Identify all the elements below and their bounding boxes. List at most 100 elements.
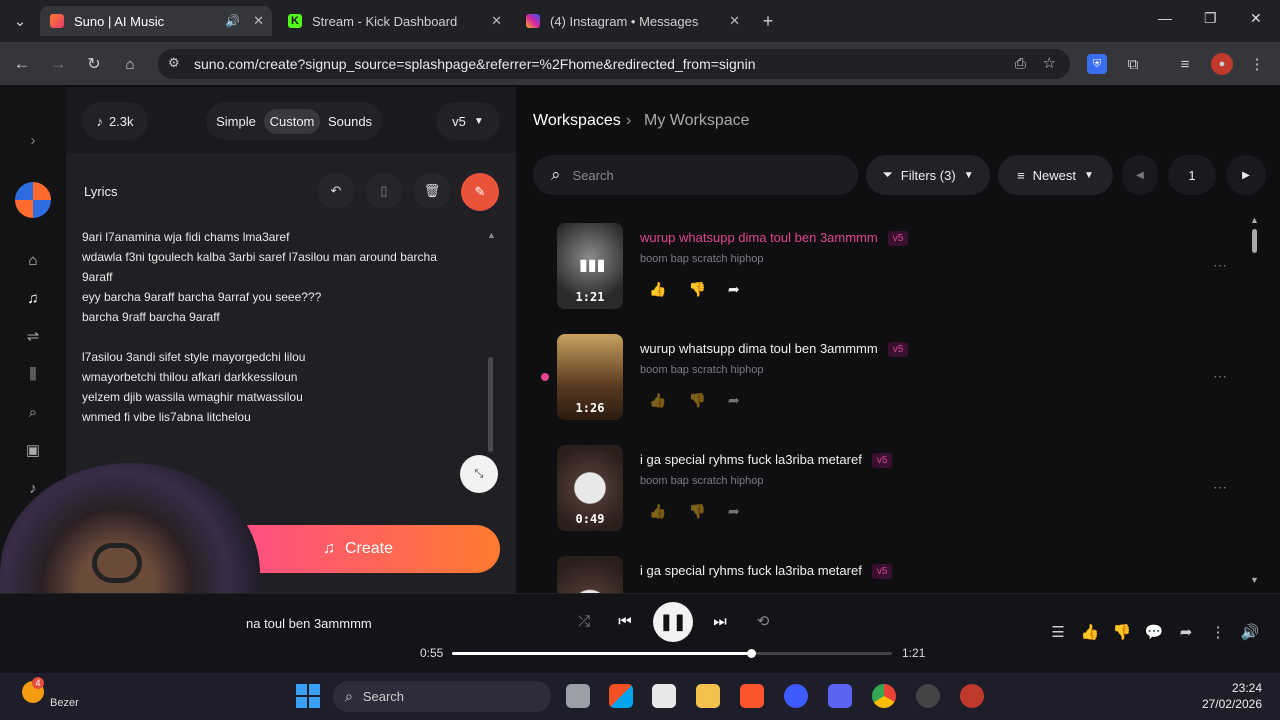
song-row[interactable]: 0:49 i ga special ryhms fuck la3riba met… (557, 445, 1257, 535)
more-options-icon[interactable]: ⋯ (1213, 479, 1227, 496)
song-title[interactable]: wurup whatsupp dima toul ben 3ammmm v5 (640, 230, 909, 247)
extension-shield-icon[interactable]: ⛨ (1087, 54, 1107, 74)
pause-button[interactable]: ❚❚ (653, 602, 693, 642)
install-app-icon[interactable]: ⎙ (1015, 55, 1026, 72)
dislike-icon[interactable]: 👎 (688, 392, 705, 409)
file-explorer-icon[interactable] (696, 684, 720, 708)
song-title[interactable]: i ga special ryhms fuck la3riba metaref v… (640, 452, 893, 469)
undo-button[interactable]: ↶ (318, 173, 354, 209)
bookmark-star-icon[interactable]: ☆ (1043, 54, 1056, 72)
windows-start-icon[interactable] (296, 684, 320, 708)
restore-icon[interactable]: ❐ (1204, 10, 1217, 27)
reload-icon[interactable]: ↻ (84, 54, 104, 74)
close-tab-icon[interactable]: ✕ (729, 13, 740, 29)
sort-button[interactable]: ≡ Newest ▼ (998, 155, 1113, 195)
next-track-icon[interactable]: ⏭ (711, 612, 729, 630)
url-bar[interactable]: ⚙ suno.com/create?signup_source=splashpa… (158, 49, 1070, 79)
back-icon[interactable]: ← (12, 54, 32, 74)
suno-logo-icon[interactable] (15, 182, 51, 218)
more-options-icon[interactable]: ⋯ (1213, 257, 1227, 274)
obs-icon[interactable] (916, 684, 940, 708)
taskbar-search[interactable]: ⌕ Search (333, 681, 551, 712)
new-tab-icon[interactable]: + (758, 11, 778, 31)
song-title[interactable]: wurup whatsupp dima toul ben 3ammmm v5 (640, 341, 909, 358)
now-playing-title[interactable]: na toul ben 3ammmm (246, 616, 372, 631)
chrome-icon[interactable] (872, 684, 896, 708)
share-icon[interactable]: ➦ (1176, 622, 1196, 642)
widgets-icon[interactable] (652, 684, 676, 708)
create-nav-icon[interactable]: ♫ (23, 288, 43, 308)
breadcrumb-current[interactable]: My Workspace (644, 112, 750, 130)
volume-icon[interactable]: 🔊 (1240, 622, 1260, 642)
clock-date[interactable]: 27/02/2026 (1198, 697, 1262, 711)
dislike-icon[interactable]: 👎 (688, 281, 705, 298)
dislike-icon[interactable]: 👎 (1112, 622, 1132, 642)
discord-icon[interactable] (828, 684, 852, 708)
shuffle-icon[interactable]: ⤮ (575, 612, 593, 630)
repeat-icon[interactable]: ⟲ (754, 612, 772, 630)
app-circle-icon[interactable] (784, 684, 808, 708)
song-row[interactable]: i ga special ryhms fuck la3riba metaref v… (557, 556, 1257, 593)
prev-page-button[interactable]: ◀ (1122, 155, 1158, 195)
record-app-icon[interactable] (960, 684, 984, 708)
song-title[interactable]: i ga special ryhms fuck la3riba metaref v… (640, 563, 893, 580)
chrome-menu-icon[interactable]: ⋮ (1247, 54, 1267, 74)
progress-knob[interactable] (747, 649, 757, 658)
redo-button[interactable]: ▯ (366, 173, 402, 209)
speaker-icon[interactable]: 🔊 (225, 14, 240, 28)
like-icon[interactable]: 👍 (649, 503, 666, 520)
song-row[interactable]: 1:26 wurup whatsupp dima toul ben 3ammmm… (557, 334, 1257, 424)
clock-time[interactable]: 23:24 (1198, 681, 1262, 695)
profile-avatar-icon[interactable]: ● (1211, 53, 1233, 75)
scroll-up-icon[interactable]: ▲ (487, 230, 496, 240)
share-icon[interactable]: ➦ (728, 392, 740, 409)
tab-suno[interactable]: Suno | AI Music 🔊 ✕ (40, 6, 272, 36)
song-row[interactable]: ▮▮▮ 1:21 wurup whatsupp dima toul ben 3a… (557, 223, 1257, 313)
studio-nav-icon[interactable]: ⇌ (23, 326, 43, 346)
progress-track[interactable] (452, 649, 892, 658)
magic-lyrics-button[interactable]: ✎ (461, 173, 499, 211)
next-page-button[interactable]: ▶ (1226, 155, 1266, 195)
forward-icon[interactable]: → (48, 54, 68, 74)
minimize-icon[interactable]: — (1158, 10, 1172, 26)
mode-simple[interactable]: Simple (208, 114, 264, 129)
search-nav-icon[interactable]: ⌕ (23, 402, 43, 422)
comment-icon[interactable]: 💬 (1144, 622, 1164, 642)
tab-list-chevron-icon[interactable]: ⌄ (10, 12, 30, 30)
clear-lyrics-button[interactable]: 🗑 (414, 173, 450, 209)
media-control-icon[interactable]: ≡ (1175, 54, 1195, 74)
song-cover[interactable] (557, 556, 623, 593)
queue-icon[interactable]: ☰ (1048, 622, 1068, 642)
song-cover[interactable]: 1:26 (557, 334, 623, 420)
task-view-icon[interactable] (566, 684, 590, 708)
tab-kick[interactable]: K Stream - Kick Dashboard ✕ (278, 6, 510, 36)
brave-icon[interactable] (740, 684, 764, 708)
home-nav-icon[interactable]: ⌂ (23, 250, 43, 270)
song-cover[interactable]: ▮▮▮ 1:21 (557, 223, 623, 309)
lyrics-textarea[interactable]: 9ari l7anamina wja fidi chams lma3aref w… (82, 227, 477, 427)
close-tab-icon[interactable]: ✕ (491, 13, 502, 29)
hub-nav-icon[interactable]: ▣ (23, 440, 43, 460)
lyrics-scrollbar[interactable] (488, 357, 493, 452)
breadcrumb-root[interactable]: Workspaces (533, 112, 621, 130)
extensions-puzzle-icon[interactable]: ⧉ (1123, 54, 1143, 74)
previous-track-icon[interactable]: ⏮ (616, 612, 634, 630)
page-number[interactable]: 1 (1168, 155, 1216, 195)
store-icon[interactable] (609, 684, 633, 708)
search-input[interactable]: ⌕ Search (533, 155, 858, 195)
mode-custom[interactable]: Custom (264, 108, 320, 134)
close-window-icon[interactable]: ✕ (1250, 10, 1262, 27)
like-icon[interactable]: 👍 (1080, 622, 1100, 642)
dislike-icon[interactable]: 👎 (688, 503, 705, 520)
library-nav-icon[interactable]: ⫼ (23, 364, 43, 384)
share-icon[interactable]: ➦ (728, 503, 740, 520)
song-cover[interactable]: 0:49 (557, 445, 623, 531)
expand-lyrics-button[interactable]: ⤡ (460, 455, 498, 493)
model-selector[interactable]: v5 ▼ (436, 102, 500, 140)
site-info-icon[interactable]: ⚙ (168, 55, 180, 71)
credits-badge[interactable]: ♪ 2.3k (82, 102, 148, 140)
close-tab-icon[interactable]: ✕ (253, 13, 264, 29)
like-icon[interactable]: 👍 (649, 281, 666, 298)
mode-sounds[interactable]: Sounds (320, 114, 380, 129)
more-options-icon[interactable]: ⋮ (1208, 622, 1228, 642)
